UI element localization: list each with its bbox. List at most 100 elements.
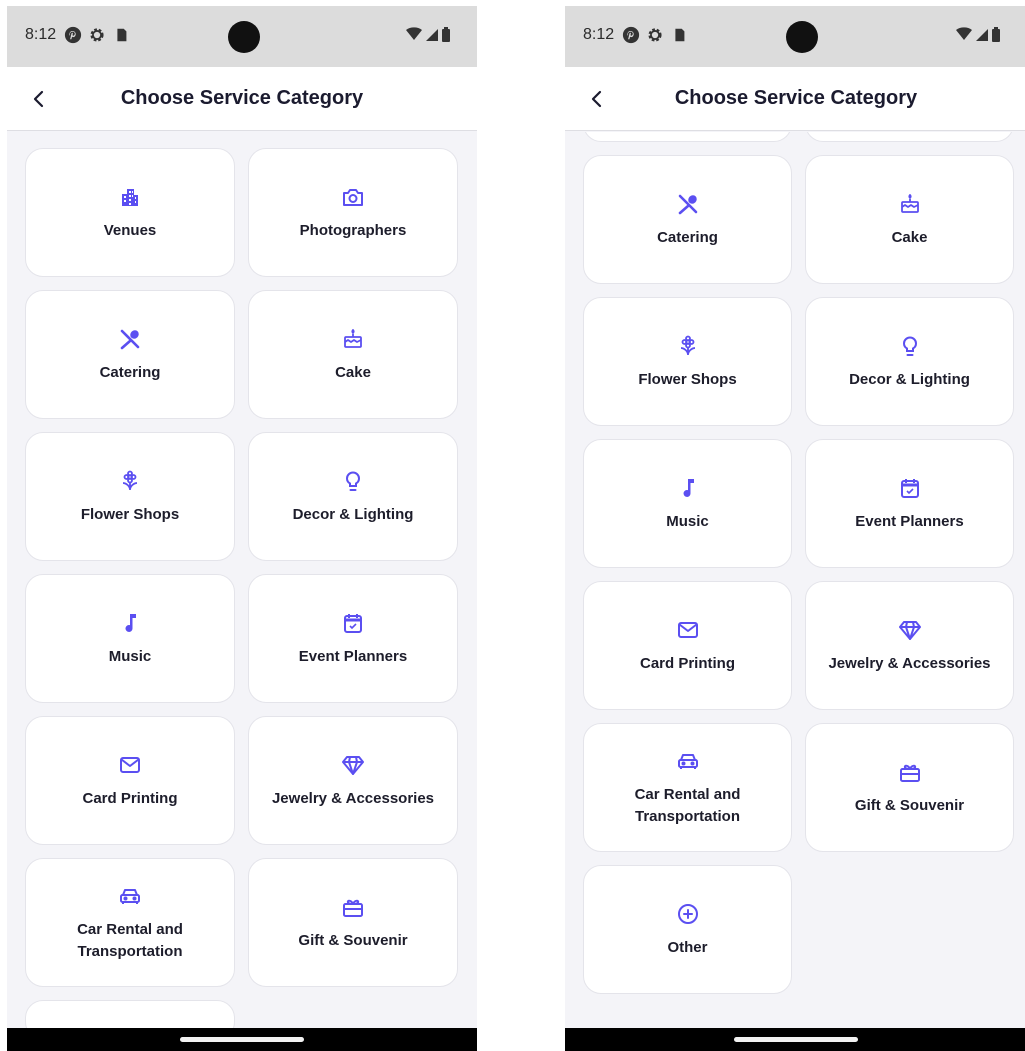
home-gesture-pill[interactable] (734, 1037, 858, 1042)
category-label: Jewelry & Accessories (828, 654, 991, 672)
phone-screen-left: 8:12 Choose Service Category Venues Phot… (7, 6, 477, 1051)
battery-icon (441, 27, 451, 43)
signal-icon (975, 27, 989, 43)
front-camera (786, 21, 818, 53)
status-bar: 8:12 (7, 6, 477, 67)
system-nav-bar (7, 1028, 477, 1051)
category-card-decor-lighting[interactable]: Decor & Lighting (248, 432, 458, 561)
category-card-flower-shops[interactable]: Flower Shops (25, 432, 235, 561)
system-nav-bar (565, 1028, 1025, 1051)
category-label: Decor & Lighting (849, 370, 970, 388)
category-list[interactable]: Venues Photographers Catering Cake Flowe… (7, 132, 477, 1028)
signal-icon (425, 27, 439, 43)
category-label: Other (667, 938, 708, 956)
category-label: Music (666, 512, 709, 530)
category-card-catering[interactable]: Catering (25, 290, 235, 419)
category-label: Catering (657, 228, 718, 246)
phone-screen-right: 8:12 Choose Service Category Catering Ca… (565, 6, 1025, 1051)
category-list[interactable]: Catering Cake Flower Shops Decor & Light… (565, 132, 1025, 1028)
category-label: Card Printing (639, 654, 735, 672)
category-card-event-planners[interactable]: Event Planners (805, 439, 1014, 568)
category-card-venues[interactable]: Venues (25, 148, 235, 277)
category-label: Cake (891, 228, 928, 246)
category-label: Decor & Lighting (292, 505, 414, 523)
battery-icon (991, 27, 1001, 43)
category-card-event-planners[interactable]: Event Planners (248, 574, 458, 703)
music-note-icon (117, 610, 143, 636)
flower-icon (675, 333, 701, 359)
wifi-icon (405, 27, 423, 43)
flower-icon (117, 468, 143, 494)
gift-icon (897, 759, 923, 785)
cake-icon (340, 326, 366, 352)
category-card-decor-lighting[interactable]: Decor & Lighting (805, 297, 1014, 426)
category-label: Gift & Souvenir (298, 931, 408, 949)
cake-icon (897, 191, 923, 217)
building-icon (117, 184, 143, 210)
status-bar: 8:12 (565, 6, 1025, 67)
category-card-card-printing[interactable]: Card Printing (25, 716, 235, 845)
page-title: Choose Service Category (120, 87, 364, 109)
category-card-gift-souvenir[interactable]: Gift & Souvenir (805, 723, 1014, 852)
music-note-icon (675, 475, 701, 501)
category-label: Car Rental and Transportation (634, 785, 741, 825)
gift-icon (340, 894, 366, 920)
category-card-partial[interactable] (583, 132, 792, 142)
diamond-icon (897, 617, 923, 643)
category-card-gift-souvenir[interactable]: Gift & Souvenir (248, 858, 458, 987)
category-card-catering[interactable]: Catering (583, 155, 792, 284)
status-time: 8:12 (25, 26, 57, 43)
fork-spoon-icon (675, 191, 701, 217)
category-card-cake[interactable]: Cake (805, 155, 1014, 284)
category-card-partial[interactable] (805, 132, 1014, 142)
plus-circle-icon (675, 901, 701, 927)
category-card-jewelry-accessories[interactable]: Jewelry & Accessories (248, 716, 458, 845)
category-label: Photographers (299, 221, 407, 239)
category-grid: Catering Cake Flower Shops Decor & Light… (583, 132, 1014, 994)
camera-icon (340, 184, 366, 210)
lightbulb-icon (897, 333, 923, 359)
calendar-check-icon (340, 610, 366, 636)
category-card-partial[interactable] (25, 1000, 235, 1028)
settings-icon (88, 26, 106, 44)
envelope-icon (117, 752, 143, 778)
settings-icon (646, 26, 664, 44)
car-icon (117, 883, 143, 909)
category-card-card-printing[interactable]: Card Printing (583, 581, 792, 710)
category-card-photographers[interactable]: Photographers (248, 148, 458, 277)
category-label: Jewelry & Accessories (271, 789, 435, 807)
category-label: Catering (99, 363, 161, 381)
front-camera (228, 21, 260, 53)
app-bar: Choose Service Category (7, 67, 477, 131)
category-label: Flower Shops (638, 370, 737, 388)
page-title: Choose Service Category (674, 87, 918, 109)
category-label: Venues (103, 221, 157, 239)
category-card-jewelry-accessories[interactable]: Jewelry & Accessories (805, 581, 1014, 710)
pinterest-icon (64, 26, 82, 44)
envelope-icon (675, 617, 701, 643)
category-card-other[interactable]: Other (583, 865, 792, 994)
category-label: Event Planners (855, 512, 964, 530)
category-label: Cake (335, 363, 371, 381)
fork-spoon-icon (117, 326, 143, 352)
category-card-flower-shops[interactable]: Flower Shops (583, 297, 792, 426)
pinterest-icon (622, 26, 640, 44)
category-label: Music (108, 647, 152, 665)
sd-card-icon (112, 26, 130, 44)
sd-card-icon (670, 26, 688, 44)
category-card-music[interactable]: Music (583, 439, 792, 568)
category-label: Car Rental and Transportation (77, 920, 183, 960)
status-time: 8:12 (583, 26, 615, 43)
calendar-check-icon (897, 475, 923, 501)
category-card-music[interactable]: Music (25, 574, 235, 703)
home-gesture-pill[interactable] (180, 1037, 304, 1042)
lightbulb-icon (340, 468, 366, 494)
category-label: Flower Shops (80, 505, 180, 523)
car-icon (675, 748, 701, 774)
category-label: Event Planners (298, 647, 408, 665)
app-bar: Choose Service Category (565, 67, 1025, 131)
category-card-car-rental[interactable]: Car Rental and Transportation (583, 723, 792, 852)
category-card-car-rental[interactable]: Car Rental and Transportation (25, 858, 235, 987)
category-label: Gift & Souvenir (854, 796, 965, 814)
category-card-cake[interactable]: Cake (248, 290, 458, 419)
